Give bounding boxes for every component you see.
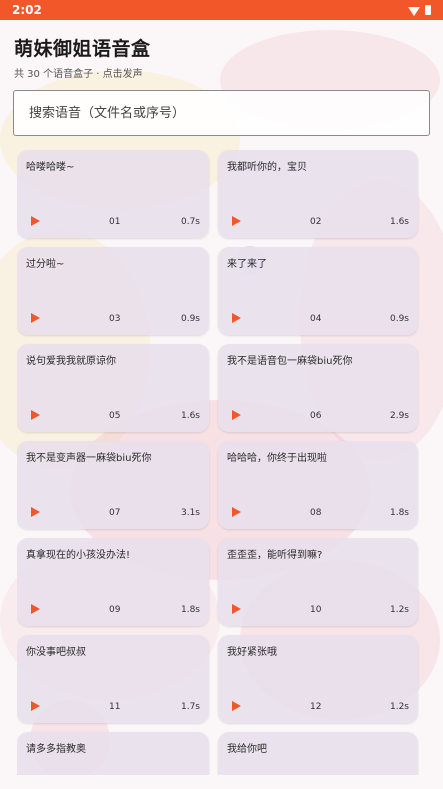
battery-icon — [425, 5, 431, 15]
play-icon[interactable] — [232, 410, 241, 420]
clip-card[interactable]: 说句爱我我就原谅你 05 1.6s — [17, 344, 209, 432]
play-icon[interactable] — [31, 216, 40, 226]
clip-number: 01 — [109, 217, 121, 227]
clip-duration: 1.8s — [180, 605, 200, 615]
clip-duration: 1.7s — [180, 702, 200, 712]
play-icon[interactable] — [31, 410, 40, 420]
wifi-icon — [408, 6, 420, 16]
clip-card[interactable]: 我不是变声器一麻袋biu死你 07 3.1s — [17, 441, 209, 529]
clip-number: 08 — [310, 508, 322, 518]
clip-grid: 哈喽哈喽~ 01 0.7s 我都听你的，宝贝 02 1.6s 过分啦~ 03 0… — [17, 150, 426, 775]
play-icon[interactable] — [232, 313, 241, 323]
clip-duration: 1.2s — [389, 702, 409, 712]
clip-number: 03 — [109, 314, 121, 324]
clip-title: 说句爱我我就原谅你 — [26, 356, 116, 367]
clip-number: 11 — [109, 702, 121, 712]
clip-title: 你没事吧叔叔 — [26, 647, 86, 658]
play-icon[interactable] — [232, 216, 241, 226]
clip-title: 哈哈哈，你终于出现啦 — [227, 453, 327, 464]
status-icons — [408, 5, 431, 16]
clip-duration: 0.9s — [180, 314, 200, 324]
clip-number: 10 — [310, 605, 322, 615]
clip-card[interactable]: 过分啦~ 03 0.9s — [17, 247, 209, 335]
clip-card[interactable]: 我好紧张哦 12 1.2s — [218, 635, 418, 723]
clip-title: 请多多指教奥 — [26, 744, 86, 755]
clip-number: 05 — [109, 411, 121, 421]
clip-duration: 0.9s — [389, 314, 409, 324]
clip-card[interactable]: 来了来了 04 0.9s — [218, 247, 418, 335]
play-icon[interactable] — [232, 701, 241, 711]
app-subtitle: 共 30 个语音盒子 · 点击发声 — [14, 69, 143, 80]
clip-title: 过分啦~ — [26, 259, 65, 270]
clip-title: 我不是变声器一麻袋biu死你 — [26, 453, 152, 464]
play-icon[interactable] — [232, 507, 241, 517]
clip-title: 歪歪歪，能听得到嘛? — [227, 550, 323, 561]
clip-card[interactable]: 真拿现在的小孩没办法! 09 1.8s — [17, 538, 209, 626]
clip-title: 我给你吧 — [227, 744, 267, 755]
clip-number: 12 — [310, 702, 322, 712]
clip-number: 09 — [109, 605, 121, 615]
status-time: 2:02 — [12, 3, 42, 17]
clip-title: 我都听你的，宝贝 — [227, 162, 307, 173]
header: 萌妹御姐语音盒 共 30 个语音盒子 · 点击发声 — [14, 34, 151, 80]
app-title: 萌妹御姐语音盒 — [14, 38, 151, 60]
clip-title: 来了来了 — [227, 259, 267, 270]
status-bar: 2:02 — [0, 0, 443, 20]
clip-number: 06 — [310, 411, 322, 421]
clip-card[interactable]: 我都听你的，宝贝 02 1.6s — [218, 150, 418, 238]
clip-card[interactable]: 歪歪歪，能听得到嘛? 10 1.2s — [218, 538, 418, 626]
search-input[interactable] — [27, 104, 429, 122]
clip-duration: 3.1s — [180, 508, 200, 518]
clip-duration: 1.6s — [180, 411, 200, 421]
clip-duration: 1.2s — [389, 605, 409, 615]
clip-duration: 1.8s — [389, 508, 409, 518]
clip-card[interactable]: 哈喽哈喽~ 01 0.7s — [17, 150, 209, 238]
clip-card[interactable]: 我给你吧 — [218, 732, 418, 775]
clip-card[interactable]: 我不是语音包一麻袋biu死你 06 2.9s — [218, 344, 418, 432]
play-icon[interactable] — [31, 313, 40, 323]
clip-duration: 0.7s — [180, 217, 200, 227]
clip-duration: 1.6s — [389, 217, 409, 227]
clip-title: 真拿现在的小孩没办法! — [26, 550, 131, 561]
play-icon[interactable] — [31, 507, 40, 517]
clip-number: 02 — [310, 217, 322, 227]
play-icon[interactable] — [31, 701, 40, 711]
clip-number: 07 — [109, 508, 121, 518]
clip-card[interactable]: 请多多指教奥 — [17, 732, 209, 775]
play-icon[interactable] — [31, 604, 40, 614]
search-box[interactable] — [13, 90, 430, 136]
clip-duration: 2.9s — [389, 411, 409, 421]
play-icon[interactable] — [232, 604, 241, 614]
clip-card[interactable]: 哈哈哈，你终于出现啦 08 1.8s — [218, 441, 418, 529]
clip-number: 04 — [310, 314, 322, 324]
clip-title: 我不是语音包一麻袋biu死你 — [227, 356, 353, 367]
clip-title: 哈喽哈喽~ — [26, 162, 75, 173]
clip-card[interactable]: 你没事吧叔叔 11 1.7s — [17, 635, 209, 723]
bottom-edge — [0, 775, 443, 789]
clip-title: 我好紧张哦 — [227, 647, 277, 658]
